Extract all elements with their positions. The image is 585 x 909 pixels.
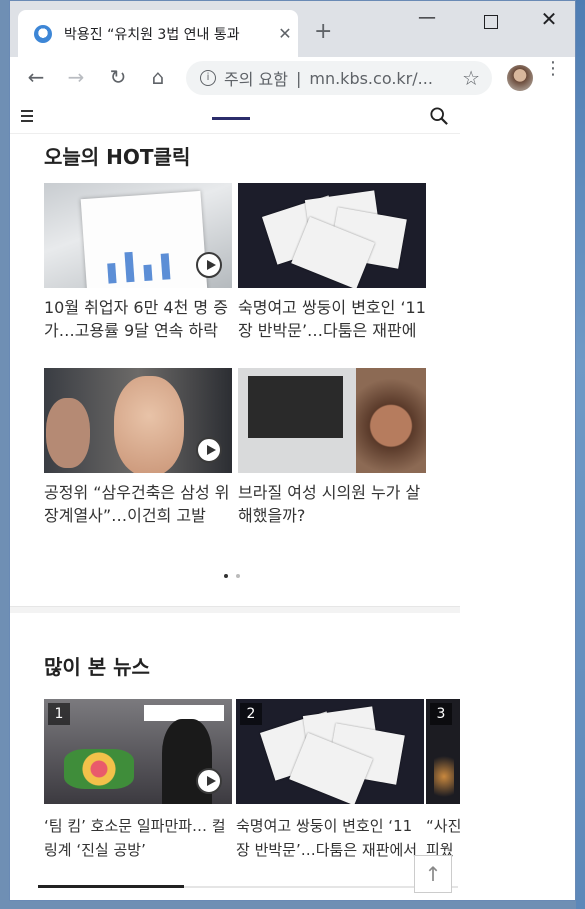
- browser-window: 박용진 “유치원 3법 연내 통과 ✕ + — ✕ ← → ↻ ⌂ i 주의 요…: [9, 0, 576, 901]
- most-viewed-card[interactable]: 3 “사진 피웠: [426, 699, 460, 862]
- close-window-button[interactable]: ✕: [534, 7, 564, 31]
- news-headline[interactable]: ‘팀 킴’ 호소문 일파만파… 컬링계 ‘진실 공방’: [44, 814, 232, 862]
- search-icon[interactable]: [430, 107, 448, 125]
- hot-card[interactable]: 브라질 여성 시의원 누가 살해했을까?: [238, 368, 426, 527]
- bookmark-star-icon[interactable]: ☆: [462, 66, 480, 90]
- scrollbar-thumb[interactable]: [38, 885, 184, 888]
- most-viewed-card[interactable]: 1 ‘팀 킴’ 호소문 일파만파… 컬링계 ‘진실 공방’: [44, 699, 232, 862]
- url-text[interactable]: mn.kbs.co.kr/...: [309, 69, 433, 88]
- security-warning[interactable]: 주의 요함: [224, 66, 288, 90]
- play-icon: [196, 252, 222, 278]
- news-thumbnail[interactable]: [44, 368, 232, 473]
- reload-button[interactable]: ↻: [104, 65, 132, 89]
- tab-strip: 박용진 “유치원 3법 연내 통과 ✕ + — ✕: [10, 1, 575, 57]
- news-headline[interactable]: 숙명여고 쌍둥이 변호인 ‘11장 반박문’…다툼은 재판에서: [238, 296, 426, 342]
- home-button[interactable]: ⌂: [144, 65, 172, 89]
- news-headline[interactable]: 브라질 여성 시의원 누가 살해했을까?: [238, 481, 426, 527]
- section-divider: [10, 606, 460, 613]
- horizontal-scrollbar[interactable]: [38, 885, 458, 888]
- browser-menu-icon[interactable]: ⋮: [544, 60, 562, 78]
- pagination-dot-active[interactable]: [224, 574, 228, 578]
- header-indicator: [212, 117, 250, 120]
- tab-close-icon[interactable]: ✕: [276, 24, 294, 43]
- news-thumbnail[interactable]: [238, 183, 426, 288]
- profile-avatar[interactable]: [507, 65, 533, 91]
- play-icon: [196, 437, 222, 463]
- hot-click-title: 오늘의 HOT클릭: [44, 145, 191, 169]
- news-thumbnail[interactable]: 1: [44, 699, 232, 804]
- new-tab-button[interactable]: +: [314, 19, 332, 44]
- news-thumbnail[interactable]: 3: [426, 699, 460, 804]
- hot-card[interactable]: 공정위 “삼우건축은 삼성 위장계열사”…이건희 고발: [44, 368, 232, 527]
- rank-number: 3: [430, 703, 452, 725]
- back-button[interactable]: ←: [22, 65, 50, 89]
- news-headline[interactable]: 숙명여고 쌍둥이 변호인 ‘11장 반박문’…다툼은 재판에서: [236, 814, 424, 862]
- most-viewed-title: 많이 본 뉴스: [44, 655, 150, 679]
- maximize-icon: [484, 15, 498, 29]
- info-icon[interactable]: i: [200, 70, 216, 86]
- maximize-button[interactable]: [476, 9, 506, 34]
- news-thumbnail[interactable]: [44, 183, 232, 288]
- browser-tab[interactable]: 박용진 “유치원 3법 연내 통과 ✕: [18, 10, 298, 57]
- desktop-background: [576, 0, 585, 909]
- carousel-pagination: [224, 563, 248, 582]
- news-thumbnail[interactable]: [238, 368, 426, 473]
- browser-toolbar: ← → ↻ ⌂ i 주의 요함 | mn.kbs.co.kr/... ☆ ⋮: [10, 57, 575, 102]
- page-margin: [460, 101, 575, 900]
- tab-title: 박용진 “유치원 3법 연내 통과: [64, 26, 240, 43]
- page-viewport: 오늘의 HOT클릭 10월 취업자 6만 4천 명 증가…고용률 9달 연속 하…: [10, 101, 575, 900]
- address-bar[interactable]: i 주의 요함 | mn.kbs.co.kr/... ☆: [186, 61, 492, 95]
- minimize-button[interactable]: —: [412, 7, 442, 28]
- forward-button[interactable]: →: [62, 65, 90, 89]
- kbs-favicon-icon: [34, 24, 52, 43]
- site-header: [10, 101, 460, 134]
- news-headline[interactable]: 10월 취업자 6만 4천 명 증가…고용률 9달 연속 하락: [44, 296, 232, 342]
- news-headline[interactable]: 공정위 “삼우건축은 삼성 위장계열사”…이건희 고발: [44, 481, 232, 527]
- news-thumbnail[interactable]: 2: [236, 699, 424, 804]
- pagination-dot[interactable]: [236, 574, 240, 578]
- play-icon: [196, 768, 222, 794]
- kbs-mobile-page: 오늘의 HOT클릭 10월 취업자 6만 4천 명 증가…고용률 9달 연속 하…: [10, 101, 460, 900]
- hot-card[interactable]: 숙명여고 쌍둥이 변호인 ‘11장 반박문’…다툼은 재판에서: [238, 183, 426, 342]
- scroll-to-top-button[interactable]: ↑: [414, 855, 452, 893]
- rank-number: 1: [48, 703, 70, 725]
- hamburger-menu-icon[interactable]: [21, 110, 33, 125]
- omnibox-separator: |: [295, 68, 302, 88]
- hot-card[interactable]: 10월 취업자 6만 4천 명 증가…고용률 9달 연속 하락: [44, 183, 232, 342]
- most-viewed-card[interactable]: 2 숙명여고 쌍둥이 변호인 ‘11장 반박문’…다툼은 재판에서: [236, 699, 424, 862]
- rank-number: 2: [240, 703, 262, 725]
